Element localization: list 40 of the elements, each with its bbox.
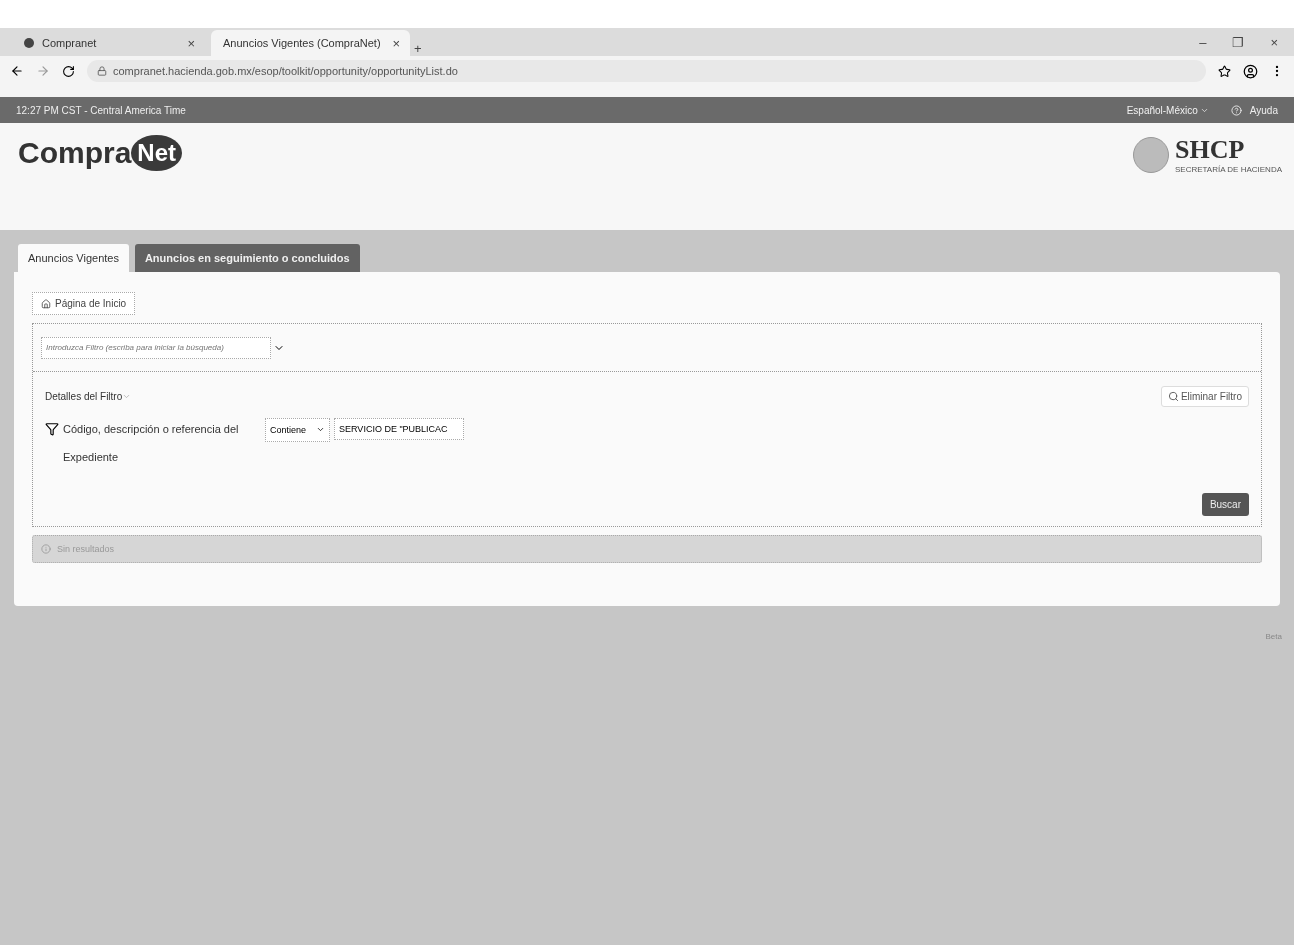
search-button[interactable]: Buscar — [1201, 492, 1249, 516]
page-tab[interactable]: Anuncios en seguimiento o concluidos — [134, 244, 360, 272]
close-icon[interactable]: × — [183, 35, 199, 51]
browser-tab[interactable]: Compranet × — [12, 30, 211, 56]
language-menu[interactable]: Español-México — [1126, 104, 1198, 116]
criterion-label: Código, descripción o referencia del Expediente — [63, 421, 240, 465]
help-icon — [1230, 104, 1242, 116]
tab-title: Compranet — [42, 37, 98, 49]
filter-details-title[interactable]: Detalles del Filtro — [45, 390, 123, 402]
browser-tab[interactable]: Anuncios Vigentes (CompraNet) × — [211, 30, 410, 56]
info-icon — [41, 543, 51, 554]
operator-select[interactable]: Contiene — [265, 417, 331, 442]
close-icon[interactable]: × — [388, 35, 405, 51]
home-icon — [41, 298, 51, 309]
star-icon[interactable] — [1218, 64, 1231, 78]
reload-icon[interactable] — [62, 64, 75, 78]
shcp-logo: SHCP — [1175, 135, 1246, 165]
profile-icon[interactable] — [1243, 63, 1258, 79]
logo-subtitle: SECRETARÍA DE HACIENDA — [1175, 165, 1282, 174]
page-tab[interactable]: Anuncios Vigentes — [18, 244, 129, 272]
search-icon — [1167, 390, 1179, 402]
lock-icon — [97, 66, 107, 76]
remove-filter-button[interactable]: Eliminar Filtro — [1160, 385, 1249, 407]
new-tab-button[interactable]: + — [410, 41, 426, 56]
window-control[interactable]: × — [1266, 35, 1282, 50]
value-field[interactable]: SERVICIO DE "PUBLICAC — [334, 417, 465, 440]
caret-icon — [316, 425, 326, 434]
compranet-logo: Compra Net — [18, 135, 183, 171]
address-bar[interactable]: compranet.hacienda.gob.mx/esop/toolkit/opportunity/opportunityList.do — [87, 60, 1206, 82]
time-text: 12:27 PM CST - Central America Time — [16, 104, 186, 116]
filter-icon[interactable] — [45, 421, 59, 436]
window-control[interactable]: – — [1195, 35, 1211, 50]
site-icon — [24, 38, 34, 48]
back-icon[interactable] — [10, 64, 24, 78]
help-menu[interactable]: Ayuda — [1249, 104, 1278, 116]
home-button[interactable]: Página de Inicio — [32, 292, 136, 315]
seal-emblem — [1133, 136, 1169, 173]
window-control[interactable]: ❐ — [1228, 35, 1249, 50]
filter-input[interactable]: Introduzca Filtro (escriba para iniciar la búsqueda) — [41, 336, 271, 359]
tab-title: Anuncios Vigentes (CompraNet) — [223, 37, 381, 49]
